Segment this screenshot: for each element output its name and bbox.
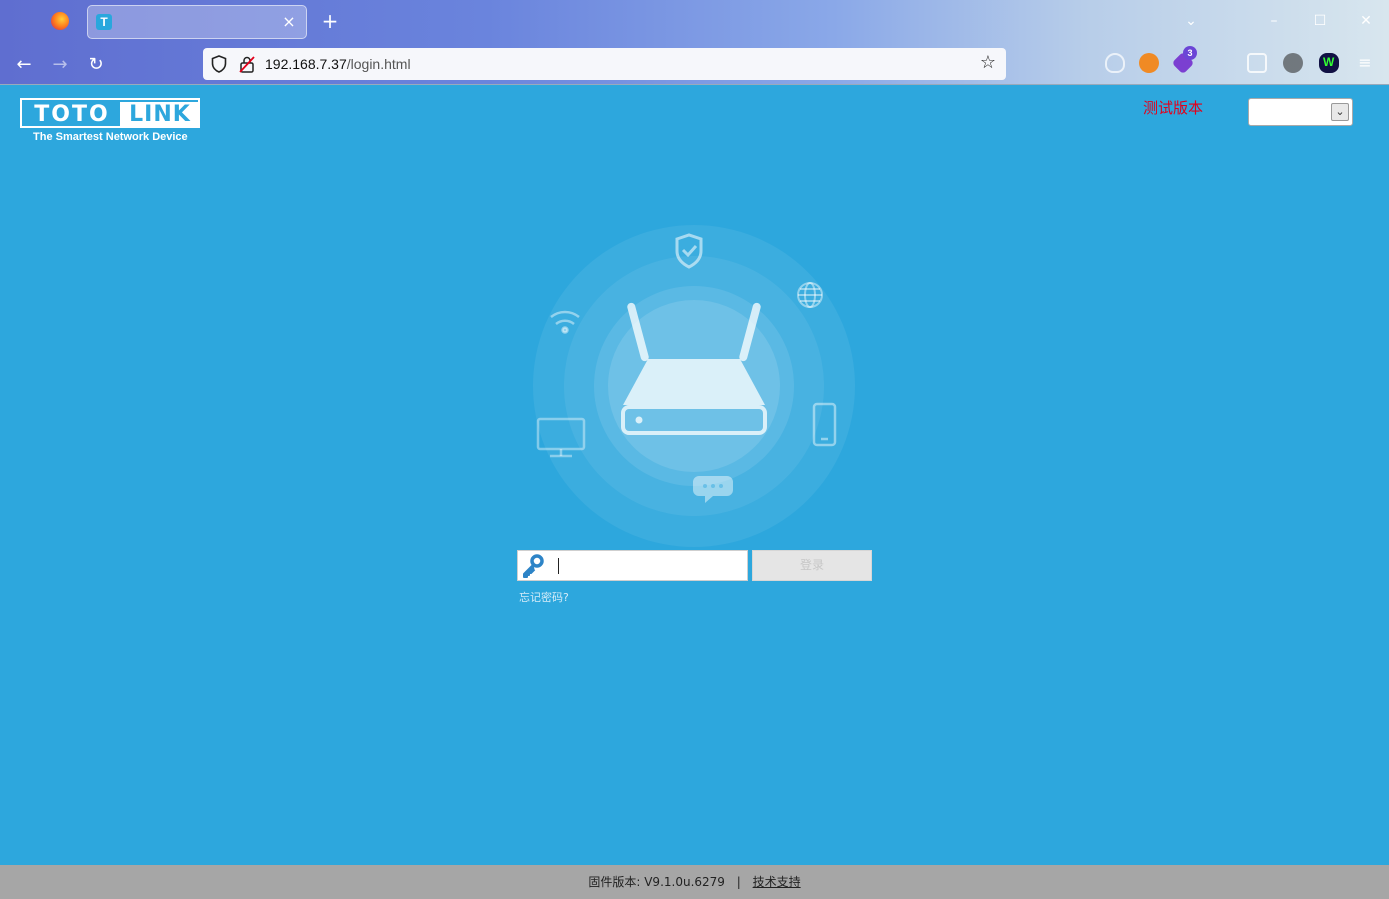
extension-bird-icon[interactable] [1283,53,1303,73]
maximize-button[interactable]: ☐ [1309,10,1331,32]
password-input[interactable] [554,555,740,576]
tech-support-link[interactable]: 技术支持 [753,875,801,889]
insecure-lock-icon[interactable] [239,55,255,73]
extension-shield-icon[interactable] [1105,53,1125,73]
firmware-version: V9.1.0u.6279 [644,875,725,889]
close-window-button[interactable]: ✕ [1355,10,1377,32]
tab-list-button[interactable]: ⌄ [1180,10,1202,32]
language-select[interactable]: ⌄ [1248,98,1353,126]
url-host: 192.168.7.37 [265,56,347,72]
footer: 固件版本: V9.1.0u.6279 | 技术支持 [0,865,1389,899]
totolink-favicon-icon: T [96,14,112,30]
key-icon [523,554,544,578]
logo-tagline: The Smartest Network Device [33,131,188,143]
forgot-password-link[interactable]: 忘记密码? [519,589,569,605]
new-tab-button[interactable]: + [319,10,341,32]
logo-frame: TOTO LINK [20,98,200,128]
logo-text-link: LINK [120,102,200,128]
extension-z-icon[interactable] [1247,53,1267,73]
reload-button[interactable]: ↻ [84,53,108,77]
url-text[interactable]: 192.168.7.37/login.html [265,56,411,72]
footer-separator: | [736,875,741,889]
router-illustration [533,225,855,547]
back-button[interactable]: ← [12,53,36,77]
test-version-label: 测试版本 [1143,99,1204,117]
url-path: /login.html [346,56,411,72]
firmware-label: 固件版本: [588,875,641,889]
forward-button[interactable]: → [48,53,72,77]
text-caret [558,558,559,574]
browser-chrome: T × + ⌄ – ☐ ✕ ← → ↻ 192.168.7.37/login.h… [0,0,1389,85]
minimize-button[interactable]: – [1263,10,1285,32]
logo-text-toto: TOTO [34,102,110,127]
extension-w-icon[interactable] [1319,53,1339,73]
password-field[interactable] [517,550,748,581]
nav-bar: ← → ↻ 192.168.7.37/login.html ☆ 3 ≡ [0,44,1389,85]
star-icon[interactable]: ☆ [978,53,998,73]
firefox-icon[interactable] [51,12,69,30]
extension-badge: 3 [1183,46,1197,60]
address-bar[interactable]: 192.168.7.37/login.html ☆ [203,48,1006,80]
close-tab-icon[interactable]: × [280,12,298,32]
app-menu-icon[interactable]: ≡ [1355,53,1375,73]
tab-bar: T × + ⌄ – ☐ ✕ [0,0,1389,44]
totolink-logo: TOTO LINK The Smartest Network Device [20,98,200,146]
extension-blocker-icon[interactable] [1139,53,1159,73]
tab-login[interactable]: T × [87,5,307,39]
chevron-down-icon[interactable]: ⌄ [1331,103,1349,121]
login-button[interactable]: 登录 [752,550,872,581]
shield-icon[interactable] [211,55,227,73]
